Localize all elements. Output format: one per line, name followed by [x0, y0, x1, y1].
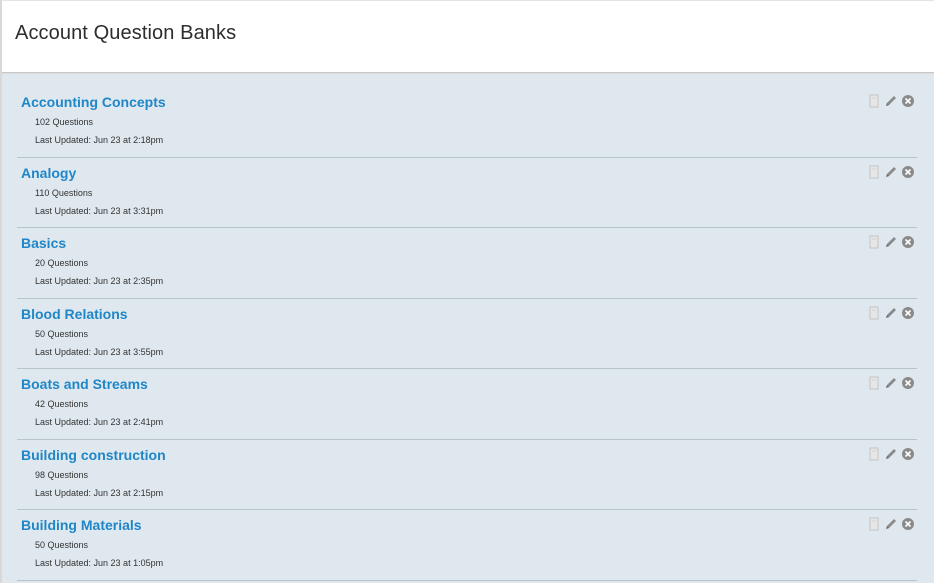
question-count: 50 Questions [35, 540, 89, 550]
bank-actions [867, 94, 915, 108]
question-bank-item: Boats and Streams 42 Questions Last Upda… [17, 369, 917, 440]
last-updated: Last Updated: Jun 23 at 2:18pm [35, 135, 164, 145]
last-updated: Last Updated: Jun 23 at 2:15pm [35, 487, 164, 498]
bank-title-link[interactable]: Basics [21, 235, 66, 251]
close-circle-icon[interactable] [901, 447, 915, 461]
close-circle-icon[interactable] [901, 165, 915, 179]
bank-title-link[interactable]: Accounting Concepts [21, 94, 166, 110]
question-bank-item: Accounting Concepts 102 Questions Last U… [17, 87, 917, 158]
bank-title-link[interactable]: Analogy [21, 165, 76, 181]
bookmark-icon[interactable] [867, 517, 881, 531]
last-updated: Last Updated: Jun 23 at 1:05pm [35, 558, 164, 568]
bank-actions [867, 165, 915, 179]
close-circle-icon[interactable] [901, 376, 915, 390]
question-bank-item: Basics 20 Questions Last Updated: Jun 23… [17, 228, 917, 299]
pencil-icon[interactable] [884, 165, 898, 179]
last-updated: Last Updated: Jun 23 at 2:35pm [35, 276, 164, 286]
last-updated: Last Updated: Jun 23 at 3:55pm [35, 346, 164, 357]
close-circle-icon[interactable] [901, 235, 915, 249]
question-count: 102 Questions [35, 117, 94, 127]
bank-title-link[interactable]: Boats and Streams [21, 376, 148, 392]
bank-actions [867, 447, 915, 461]
question-bank-list: Accounting Concepts 102 Questions Last U… [17, 87, 917, 581]
question-count: 110 Questions [35, 187, 93, 198]
question-banks-panel: Accounting Concepts 102 Questions Last U… [2, 73, 934, 583]
pencil-icon[interactable] [884, 376, 898, 390]
bookmark-icon[interactable] [867, 447, 881, 461]
last-updated: Last Updated: Jun 23 at 3:31pm [35, 205, 164, 216]
question-count: 42 Questions [35, 399, 89, 409]
question-bank-item: Blood Relations 50 Questions Last Update… [17, 299, 917, 369]
bookmark-icon[interactable] [867, 306, 881, 320]
bank-title-link[interactable]: Building Materials [21, 517, 142, 533]
bookmark-icon[interactable] [867, 94, 881, 108]
page-header: Account Question Banks [2, 1, 934, 73]
bank-title-link[interactable]: Blood Relations [21, 306, 128, 322]
question-count: 20 Questions [35, 258, 89, 268]
bookmark-icon[interactable] [867, 235, 881, 249]
close-circle-icon[interactable] [901, 94, 915, 108]
last-updated: Last Updated: Jun 23 at 2:41pm [35, 417, 164, 427]
question-count: 98 Questions [35, 469, 89, 480]
bank-title-link[interactable]: Building construction [21, 447, 166, 463]
pencil-icon[interactable] [884, 517, 898, 531]
question-bank-item: Analogy 110 Questions Last Updated: Jun … [17, 158, 917, 228]
page-title: Account Question Banks [15, 22, 237, 44]
pencil-icon[interactable] [884, 235, 898, 249]
bank-actions [867, 376, 915, 390]
close-circle-icon[interactable] [901, 306, 915, 320]
pencil-icon[interactable] [884, 94, 898, 108]
bank-actions [867, 517, 915, 531]
bank-actions [867, 235, 915, 249]
pencil-icon[interactable] [884, 306, 898, 320]
pencil-icon[interactable] [884, 447, 898, 461]
question-bank-item: Building construction 98 Questions Last … [17, 440, 917, 510]
question-count: 50 Questions [35, 328, 89, 339]
bank-actions [867, 306, 915, 320]
close-circle-icon[interactable] [901, 517, 915, 531]
bookmark-icon[interactable] [867, 376, 881, 390]
question-bank-item: Building Materials 50 Questions Last Upd… [17, 510, 917, 581]
bookmark-icon[interactable] [867, 165, 881, 179]
